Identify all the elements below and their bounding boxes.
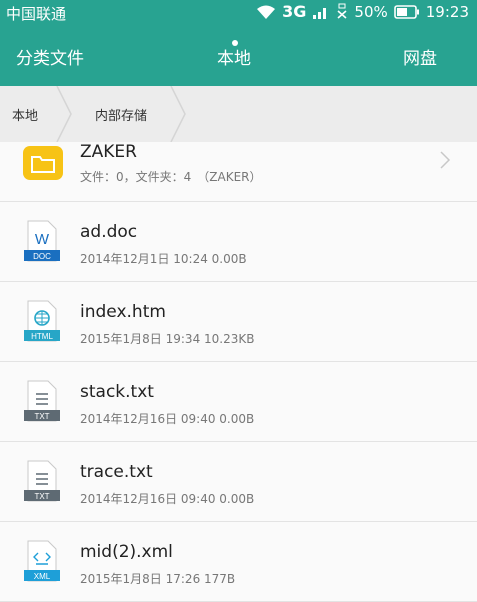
file-type-badge: HTML: [31, 332, 53, 341]
list-item-file[interactable]: TXT trace.txt 2014年12月16日 09:40 0.00B: [0, 442, 477, 522]
folder-icon: [23, 146, 63, 180]
tab-bar: 分类文件 本地 网盘: [0, 30, 477, 86]
breadcrumb-item-internal-storage[interactable]: 内部存储: [95, 105, 147, 124]
file-type-badge: XML: [34, 572, 51, 581]
file-name: ZAKER: [80, 142, 137, 162]
tab-categories[interactable]: 分类文件: [16, 44, 84, 69]
active-tab-indicator: [232, 40, 238, 46]
file-type-badge: TXT: [34, 412, 49, 421]
file-name: stack.txt: [80, 382, 154, 402]
battery-percent: 50%: [354, 2, 388, 21]
file-list: ZAKER 文件：0，文件夹：4 （ZAKER） W DOC ad.doc 20…: [0, 142, 477, 602]
file-name: ad.doc: [80, 222, 138, 242]
breadcrumb: 本地 内部存储: [0, 86, 477, 142]
signal-icon: [312, 4, 330, 20]
xml-file-icon: XML: [24, 540, 60, 582]
file-meta: 文件：0，文件夹：4 （ZAKER）: [80, 170, 262, 184]
list-item-file[interactable]: W DOC ad.doc 2014年12月1日 10:24 0.00B: [0, 202, 477, 282]
file-name: index.htm: [80, 302, 166, 322]
chevron-right-icon: [440, 151, 451, 169]
breadcrumb-separator-icon: [170, 86, 186, 142]
wifi-icon: [256, 4, 276, 20]
battery-icon: [393, 4, 420, 19]
list-item-file[interactable]: XML mid(2).xml 2015年1月8日 17:26 177B: [0, 522, 477, 602]
list-item-file[interactable]: HTML index.htm 2015年1月8日 19:34 10.23KB: [0, 282, 477, 362]
file-meta: 2014年12月16日 09:40 0.00B: [80, 492, 255, 506]
no-sim-icon: [336, 3, 348, 21]
txt-file-icon: TXT: [24, 380, 60, 422]
carrier-label: 中国联通: [6, 5, 67, 23]
network-type-label: 3G: [282, 2, 307, 21]
status-bar: 中国联通 3G 50% 19:23: [0, 0, 477, 26]
file-type-badge: TXT: [34, 492, 49, 501]
doc-glyph: W: [35, 231, 50, 248]
tab-local[interactable]: 本地: [217, 44, 251, 69]
txt-file-icon: TXT: [24, 460, 60, 502]
list-item-file[interactable]: TXT stack.txt 2014年12月16日 09:40 0.00B: [0, 362, 477, 442]
file-name: trace.txt: [80, 462, 153, 482]
file-name: mid(2).xml: [80, 542, 173, 562]
file-meta: 2014年12月16日 09:40 0.00B: [80, 412, 255, 426]
file-type-badge: DOC: [33, 252, 51, 261]
breadcrumb-separator-icon: [56, 86, 72, 142]
doc-file-icon: W DOC: [24, 220, 60, 262]
clock: 19:23: [425, 2, 469, 21]
breadcrumb-item-local[interactable]: 本地: [12, 105, 38, 124]
file-meta: 2015年1月8日 17:26 177B: [80, 572, 236, 586]
file-meta: 2014年12月1日 10:24 0.00B: [80, 252, 247, 266]
html-file-icon: HTML: [24, 300, 60, 342]
file-meta: 2015年1月8日 19:34 10.23KB: [80, 332, 255, 346]
tab-cloud[interactable]: 网盘: [403, 44, 437, 69]
list-item-folder[interactable]: ZAKER 文件：0，文件夹：4 （ZAKER）: [0, 142, 477, 202]
app-header: 中国联通 3G 50% 19:23 分类文件 本地 网盘: [0, 0, 477, 86]
